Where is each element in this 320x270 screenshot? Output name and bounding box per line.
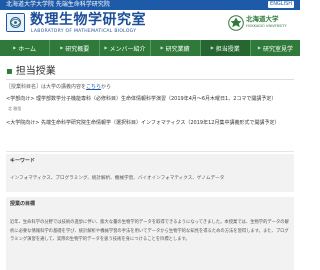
nav-item-publications[interactable]: ▶ 研究業績 xyxy=(151,40,201,56)
note-suffix: から xyxy=(101,84,112,90)
nav-label: ホーム xyxy=(18,45,37,53)
triangle-icon: ▶ xyxy=(13,45,17,50)
english-button[interactable]: ENGLISH xyxy=(268,1,294,8)
syllabus-note: ［授業科目名］は大学の講義内容をこちらから xyxy=(6,84,111,90)
title-divider xyxy=(6,79,294,80)
triangle-icon: ▶ xyxy=(104,45,108,50)
lab-title[interactable]: 数理生物学研究室 xyxy=(30,13,146,28)
objectives-text: 近年、生命科学の分野では技術の進歩に伴い、膨大な量の生物学的データを取得できるよ… xyxy=(10,220,289,242)
section-divider xyxy=(6,151,294,152)
nav-item-research[interactable]: ▶ 研究概要 xyxy=(50,40,101,56)
keywords-heading: キーワード xyxy=(10,158,36,164)
university-english-name: HOKKAIDO UNIVERSITY xyxy=(246,24,287,28)
nav-label: 研究室見学 xyxy=(262,45,293,53)
keywords-section: キーワード インフォマティクス、プログラミング、統計解析、機械学習、バイオインフ… xyxy=(6,154,294,192)
triangle-icon: ▶ xyxy=(257,45,261,50)
title-marker-icon: ▪ xyxy=(6,66,13,77)
nav-label: 研究業績 xyxy=(165,45,190,53)
nav-item-home[interactable]: ▶ ホーム xyxy=(0,40,51,56)
note-text: ［授業科目名］は大学の講義内容を xyxy=(6,84,87,90)
nav-label: 研究概要 xyxy=(65,45,90,53)
nav-item-lab-visit[interactable]: ▶ 研究室見学 xyxy=(251,40,300,56)
course-undergraduate: <学部向け> 理学部数学分子機能専科（必修科目）生命体情報科学演習（2019年4… xyxy=(6,96,277,102)
nav-item-members[interactable]: ▶ メンバー紹介 xyxy=(100,40,151,56)
nav-item-courses[interactable]: ▶ 担当授業 xyxy=(200,40,251,56)
lab-logo-icon[interactable] xyxy=(6,13,25,32)
nav-label: メンバー紹介 xyxy=(109,45,146,53)
university-lab-name: 北海道大学大学院 先端生命科学研究院 xyxy=(6,1,110,8)
objectives-section: 授業の目標 近年、生命科学の分野では技術の進歩に伴い、膨大な量の生物学的データを… xyxy=(6,197,294,270)
top-bar: 北海道大学大学院 先端生命科学研究院 ENGLISH xyxy=(0,0,300,10)
objectives-heading: 授業の目標 xyxy=(10,201,36,207)
site-header: 数理生物学研究室 LABORATORY OF MATHEMATICAL BIOL… xyxy=(0,10,300,38)
university-logo-icon[interactable] xyxy=(228,15,244,31)
page-title-text: 担当授業 xyxy=(15,66,56,77)
keywords-text: インフォマティクス、プログラミング、統計解析、機械学習、バイオインフォマティクス… xyxy=(10,176,225,181)
page-title: ▪ 担当授業 xyxy=(6,66,56,77)
university-name[interactable]: 北海道大学 xyxy=(246,16,279,23)
triangle-icon: ▶ xyxy=(210,45,214,50)
syllabus-link[interactable]: こちら xyxy=(86,84,101,90)
lab-logo-graphic xyxy=(7,14,24,31)
triangle-icon: ▶ xyxy=(160,45,164,50)
triangle-icon: ▶ xyxy=(60,45,64,50)
nav-label: 担当授業 xyxy=(215,45,240,53)
lab-subtitle: LABORATORY OF MATHEMATICAL BIOLOGY xyxy=(31,29,137,34)
course-graduate: <大学院向け> 先端生命科学研究院生命情報学（選択科目）インフォマティクス（20… xyxy=(6,120,280,126)
main-nav: ▶ ホーム ▶ 研究概要 ▶ メンバー紹介 ▶ 研究業績 ▶ 担当授業 ▶ 研究… xyxy=(0,40,300,56)
course-lecturer: 北 雅悟 xyxy=(8,106,22,111)
